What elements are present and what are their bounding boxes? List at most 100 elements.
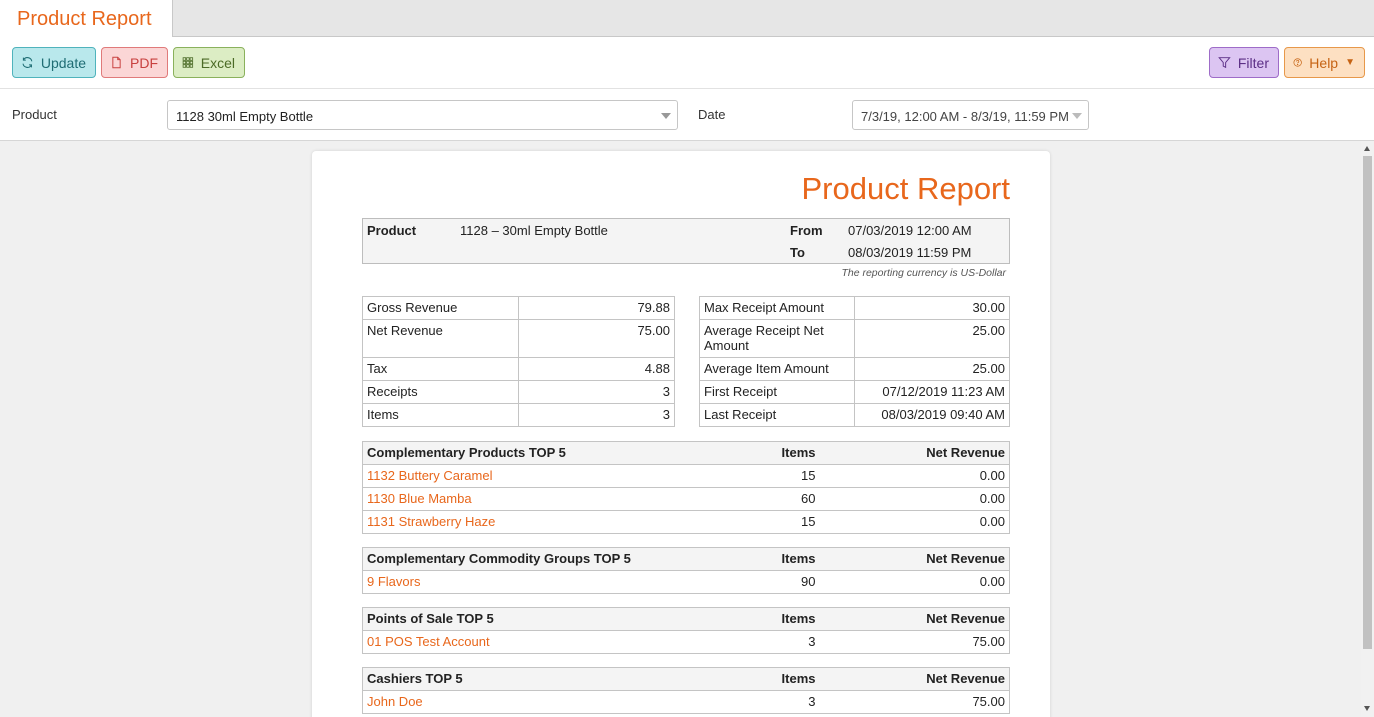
caret-down-icon: ▼ <box>1345 57 1355 68</box>
scroll-up-arrow-icon[interactable] <box>1364 146 1370 151</box>
report-viewport: Product Report Product 1128 – 30ml Empty… <box>0 141 1361 717</box>
stat-label: Items <box>362 403 519 427</box>
stats-row: Max Receipt Amount 30.00 <box>699 296 1010 320</box>
document-icon <box>112 56 121 69</box>
point-of-sale-link[interactable]: 01 POS Test Account <box>367 634 490 649</box>
table-header: Complementary Commodity Groups TOP 5 <box>362 547 693 571</box>
tab-bar: Product Report <box>0 0 1374 37</box>
table-header: Complementary Products TOP 5 <box>362 441 693 465</box>
table-row: 1131 Strawberry Haze 15 0.00 <box>362 510 1010 534</box>
report-header-box: Product 1128 – 30ml Empty Bottle From 07… <box>362 218 1010 264</box>
table-header: Points of Sale TOP 5 <box>362 607 693 631</box>
filter-button[interactable]: Filter <box>1209 47 1279 78</box>
filter-label: Filter <box>1237 54 1269 71</box>
revenue-cell: 0.00 <box>819 464 1010 488</box>
stat-value: 25.00 <box>854 319 1010 358</box>
table-row: 1130 Blue Mamba 60 0.00 <box>362 487 1010 511</box>
column-header-items: Items <box>692 441 820 465</box>
revenue-cell: 0.00 <box>819 487 1010 511</box>
product-filter-label: Product <box>12 107 57 122</box>
table-header-row: Complementary Products TOP 5 Items Net R… <box>362 441 1010 465</box>
scrollbar-thumb[interactable] <box>1363 156 1372 649</box>
complementary-products-table: Complementary Products TOP 5 Items Net R… <box>362 441 1010 534</box>
vertical-scrollbar[interactable] <box>1361 141 1374 717</box>
report-title: Product Report <box>801 171 1011 206</box>
commodity-group-link[interactable]: 9 Flavors <box>367 574 420 589</box>
pdf-button[interactable]: PDF <box>101 47 168 78</box>
items-cell: 60 <box>692 487 820 511</box>
stats-row: First Receipt 07/12/2019 11:23 AM <box>699 380 1010 404</box>
items-cell: 90 <box>692 570 820 594</box>
stat-value: 75.00 <box>518 319 675 358</box>
stat-value: 25.00 <box>854 357 1010 381</box>
stats-row: Receipts 3 <box>362 380 675 404</box>
table-row: 01 POS Test Account 3 75.00 <box>362 630 1010 654</box>
column-header-net-revenue: Net Revenue <box>819 607 1010 631</box>
stat-value: 08/03/2019 09:40 AM <box>854 403 1010 427</box>
product-label: Product <box>367 223 417 238</box>
stat-label: First Receipt <box>699 380 855 404</box>
stat-label: Tax <box>362 357 519 381</box>
date-filter-label: Date <box>698 107 726 122</box>
tab-title: Product Report <box>17 8 152 30</box>
stat-label: Gross Revenue <box>362 296 519 320</box>
excel-button[interactable]: Excel <box>173 47 245 78</box>
help-label: Help <box>1309 54 1339 71</box>
column-header-items: Items <box>692 607 820 631</box>
product-link[interactable]: 1130 Blue Mamba <box>367 491 472 506</box>
stat-label: Net Revenue <box>362 319 519 358</box>
points-of-sale-table: Points of Sale TOP 5 Items Net Revenue 0… <box>362 607 1010 654</box>
column-header-items: Items <box>692 547 820 571</box>
commodity-groups-table: Complementary Commodity Groups TOP 5 Ite… <box>362 547 1010 594</box>
stat-value: 30.00 <box>854 296 1010 320</box>
stat-label: Last Receipt <box>699 403 855 427</box>
stats-row: Items 3 <box>362 403 675 427</box>
scroll-down-arrow-icon[interactable] <box>1364 706 1370 711</box>
funnel-icon <box>1218 57 1231 69</box>
revenue-cell: 75.00 <box>819 690 1010 714</box>
column-header-net-revenue: Net Revenue <box>819 547 1010 571</box>
grid-icon <box>182 57 194 68</box>
stat-label: Max Receipt Amount <box>699 296 855 320</box>
table-header-row: Cashiers TOP 5 Items Net Revenue <box>362 667 1010 691</box>
currency-note: The reporting currency is US-Dollar <box>841 267 1006 279</box>
stats-row: Average Item Amount 25.00 <box>699 357 1010 381</box>
product-select[interactable]: 1128 30ml Empty Bottle <box>167 100 678 130</box>
product-select-value: 1128 30ml Empty Bottle <box>176 109 314 124</box>
from-value: 07/03/2019 12:00 AM <box>848 223 972 238</box>
report-page: Product Report Product 1128 – 30ml Empty… <box>312 151 1050 717</box>
date-range-select[interactable]: 7/3/19, 12:00 AM - 8/3/19, 11:59 PM <box>852 100 1089 130</box>
receipt-stats-table: Max Receipt Amount 30.00 Average Receipt… <box>699 296 1010 427</box>
help-button[interactable]: Help ▼ <box>1284 47 1365 78</box>
table-row: 9 Flavors 90 0.00 <box>362 570 1010 594</box>
filter-bar: Product 1128 30ml Empty Bottle Date 7/3/… <box>0 89 1374 141</box>
product-value: 1128 – 30ml Empty Bottle <box>460 223 608 238</box>
table-header-row: Complementary Commodity Groups TOP 5 Ite… <box>362 547 1010 571</box>
cashier-link[interactable]: John Doe <box>367 694 423 709</box>
stat-value: 3 <box>518 380 675 404</box>
revenue-cell: 75.00 <box>819 630 1010 654</box>
from-label: From <box>790 223 823 238</box>
stat-value: 4.88 <box>518 357 675 381</box>
stat-value: 79.88 <box>518 296 675 320</box>
stat-label: Average Item Amount <box>699 357 855 381</box>
product-link[interactable]: 1131 Strawberry Haze <box>367 514 495 529</box>
tab-product-report[interactable]: Product Report <box>0 0 173 37</box>
stats-row: Gross Revenue 79.88 <box>362 296 675 320</box>
table-row: John Doe 3 75.00 <box>362 690 1010 714</box>
update-button[interactable]: Update <box>12 47 96 78</box>
items-cell: 3 <box>692 630 820 654</box>
stat-value: 3 <box>518 403 675 427</box>
items-cell: 15 <box>692 464 820 488</box>
stat-label: Average Receipt Net Amount <box>699 319 855 358</box>
product-link[interactable]: 1132 Buttery Caramel <box>367 468 493 483</box>
to-value: 08/03/2019 11:59 PM <box>848 245 972 260</box>
update-label: Update <box>40 54 86 71</box>
stat-value: 07/12/2019 11:23 AM <box>854 380 1010 404</box>
dropdown-arrow-icon <box>661 113 671 119</box>
table-header-row: Points of Sale TOP 5 Items Net Revenue <box>362 607 1010 631</box>
to-label: To <box>790 245 805 260</box>
column-header-net-revenue: Net Revenue <box>819 441 1010 465</box>
stats-row: Net Revenue 75.00 <box>362 319 675 358</box>
column-header-items: Items <box>692 667 820 691</box>
